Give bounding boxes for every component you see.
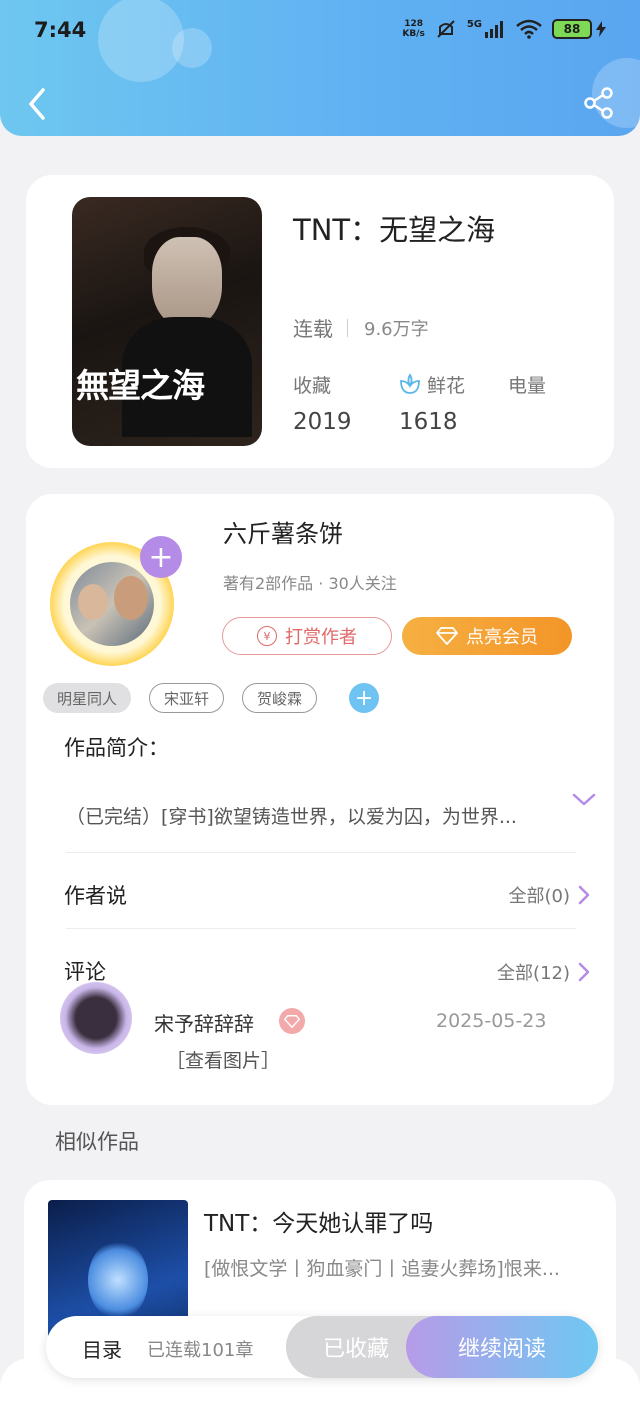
intro-text[interactable]: （已完结）[穿书]欲望铸造世界，以爱为囚，为世界... [66, 802, 517, 829]
author-details-card: + 六斤薯条饼 著有2部作品 · 30人关注 ¥ 打赏作者 点亮会员 明星同人 … [26, 494, 614, 1105]
stat-label: 电量 [508, 374, 547, 397]
battery-indicator: 88 [552, 19, 592, 39]
top-header: 7:44 128 KB/s 5G 88 [0, 0, 640, 136]
share-icon [584, 87, 613, 119]
diamond-icon [436, 627, 458, 645]
net-speed: 128 KB/s [402, 19, 425, 39]
similar-works-heading: 相似作品 [55, 1130, 139, 1154]
author-meta: 著有2部作品 · 30人关注 [223, 574, 397, 593]
vip-badge-icon [279, 1008, 305, 1034]
stat-power[interactable]: 电量 [508, 371, 546, 409]
author-says-heading: 作者说 [64, 884, 127, 908]
stat-flowers[interactable]: 鲜花 1618 [399, 371, 465, 435]
book-status-row: 连载 9.6万字 [293, 313, 429, 342]
divider [66, 852, 576, 853]
tag-item[interactable]: 宋亚轩 [149, 683, 225, 713]
mute-icon [437, 20, 455, 38]
author-says-all-link[interactable]: 全部(0) [509, 882, 591, 908]
chapter-count[interactable]: 已连载101章 [147, 1336, 253, 1362]
comment-text[interactable]: ［查看图片］ [166, 1046, 280, 1073]
stat-value: 2019 [293, 409, 352, 435]
charging-icon [596, 21, 606, 37]
vip-label: 点亮会员 [466, 627, 538, 648]
bottom-action-bar: 目录 已连载101章 已收藏 继续阅读 [46, 1316, 598, 1378]
tag-item[interactable]: 贺峻霖 [242, 683, 318, 713]
stat-label: 收藏 [293, 374, 332, 397]
continue-reading-button[interactable]: 继续阅读 [406, 1316, 598, 1378]
similar-work-title[interactable]: TNT：今天她认罪了吗 [204, 1204, 433, 1238]
stat-favorites[interactable]: 收藏 2019 [293, 371, 352, 436]
back-button[interactable] [22, 86, 52, 122]
comments-all-link[interactable]: 全部(12) [497, 959, 590, 985]
toc-button[interactable]: 目录 [82, 1334, 122, 1363]
book-info-card: 無望之海 TNT：无望之海 连载 9.6万字 收藏 2019 鲜花 1618 电… [26, 175, 614, 468]
share-button[interactable] [582, 86, 616, 120]
stat-value: 1618 [399, 409, 458, 435]
flower-icon [400, 373, 420, 394]
signal-icon [485, 21, 503, 38]
add-tag-button[interactable]: + [349, 683, 380, 713]
comment-date: 2025-05-23 [436, 1010, 547, 1032]
status-time: 7:44 [34, 18, 87, 42]
intro-heading: 作品简介： [64, 736, 169, 760]
tag-list: 明星同人 宋亚轩 贺峻霖 + [43, 683, 380, 713]
chevron-down-icon[interactable] [572, 792, 596, 808]
commenter-avatar[interactable] [60, 982, 132, 1054]
commenter-name[interactable]: 宋予辞辞辞 [154, 1008, 254, 1037]
cover-decor-text [76, 201, 156, 216]
word-count: 9.6万字 [364, 318, 429, 340]
tag-item[interactable]: 明星同人 [43, 683, 132, 713]
yen-icon: ¥ [257, 626, 277, 646]
chevron-right-icon [578, 962, 590, 982]
book-cover[interactable]: 無望之海 [72, 197, 262, 446]
similar-work-desc: [做恨文学丨狗血豪门丨追妻火葬场]恨来... [204, 1258, 560, 1280]
stat-label: 鲜花 [427, 374, 466, 397]
activate-vip-button[interactable]: 点亮会员 [402, 617, 572, 655]
cover-title: 無望之海 [76, 366, 205, 405]
status-icons: 128 KB/s 5G 88 [402, 18, 606, 40]
divider [66, 928, 576, 929]
chevron-right-icon [578, 885, 590, 905]
chevron-left-icon [29, 88, 45, 120]
tip-label: 打赏作者 [285, 627, 357, 648]
book-title: TNT：无望之海 [293, 213, 496, 247]
follow-author-button[interactable]: + [140, 536, 182, 578]
author-name[interactable]: 六斤薯条饼 [223, 514, 343, 549]
status-bar: 7:44 128 KB/s 5G 88 [0, 0, 640, 60]
wifi-icon [516, 19, 542, 39]
serial-status: 连载 [293, 317, 333, 341]
signal-5g-label: 5G [466, 18, 482, 30]
tip-author-button[interactable]: ¥ 打赏作者 [222, 617, 392, 655]
plus-icon: + [148, 539, 174, 575]
